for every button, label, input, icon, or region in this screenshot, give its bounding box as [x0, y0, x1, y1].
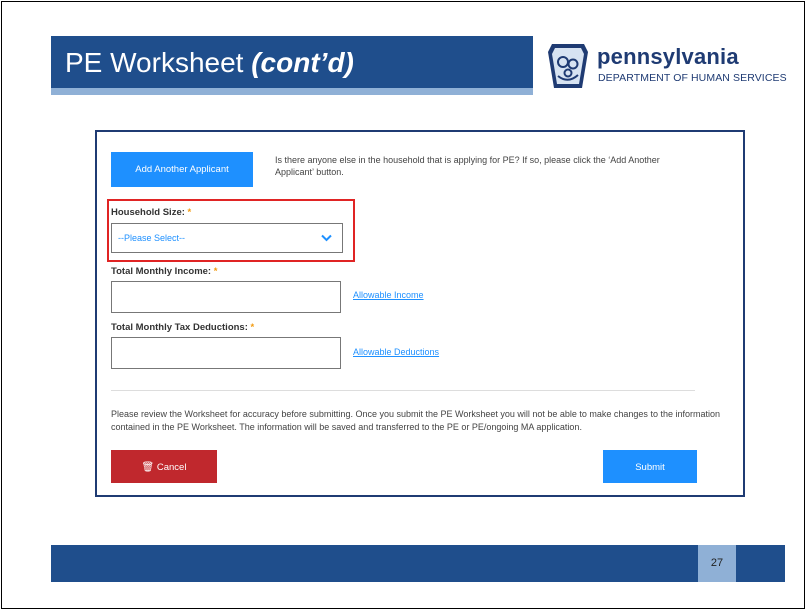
submit-button[interactable]: Submit — [603, 450, 697, 483]
pe-worksheet-form: Add Another Applicant Is there anyone el… — [95, 130, 745, 497]
divider — [111, 390, 695, 391]
logo-department: DEPARTMENT OF HUMAN SERVICES — [598, 72, 787, 84]
household-size-selected-value: --Please Select-- — [118, 233, 186, 243]
slide: PE Worksheet (cont’d) pennsylvania DEPAR… — [1, 1, 805, 609]
slide-title: PE Worksheet (cont’d) — [51, 36, 533, 89]
household-size-label-text: Household Size: — [111, 207, 185, 218]
add-applicant-description: Is there anyone else in the household th… — [275, 155, 660, 177]
footer-bar — [51, 545, 785, 582]
required-marker: * — [187, 207, 192, 218]
logo-name: pennsylvania — [597, 44, 739, 69]
required-marker: * — [213, 266, 218, 277]
chevron-down-icon — [321, 234, 332, 242]
income-label-text: Total Monthly Income: — [111, 266, 212, 277]
pa-dhs-logo: pennsylvania DEPARTMENT OF HUMAN SERVICE… — [547, 42, 802, 102]
cancel-button[interactable]: 🗑 Cancel — [111, 450, 217, 483]
submission-notice: Please review the Worksheet for accuracy… — [111, 409, 720, 432]
tax-deductions-label-text: Total Monthly Tax Deductions: — [111, 322, 248, 333]
allowable-income-link[interactable]: Allowable Income — [353, 290, 424, 300]
cancel-button-label: Cancel — [156, 462, 187, 473]
title-underline — [51, 88, 533, 95]
income-label: Total Monthly Income: * — [111, 266, 217, 277]
required-marker: * — [250, 322, 255, 333]
page-number: 27 — [698, 545, 736, 582]
household-size-label: Household Size: * — [111, 207, 191, 218]
keystone-family-icon — [548, 44, 588, 88]
total-monthly-tax-deductions-input[interactable] — [111, 337, 341, 369]
trash-icon: 🗑 — [141, 462, 155, 473]
tax-deductions-label: Total Monthly Tax Deductions: * — [111, 322, 254, 333]
household-size-select[interactable]: --Please Select-- — [111, 223, 343, 253]
slide-title-italic: (cont’d) — [251, 47, 354, 78]
slide-title-main: PE Worksheet — [65, 47, 252, 78]
allowable-deductions-link[interactable]: Allowable Deductions — [353, 347, 439, 357]
total-monthly-income-input[interactable] — [111, 281, 341, 313]
add-another-applicant-button[interactable]: Add Another Applicant — [111, 152, 253, 187]
